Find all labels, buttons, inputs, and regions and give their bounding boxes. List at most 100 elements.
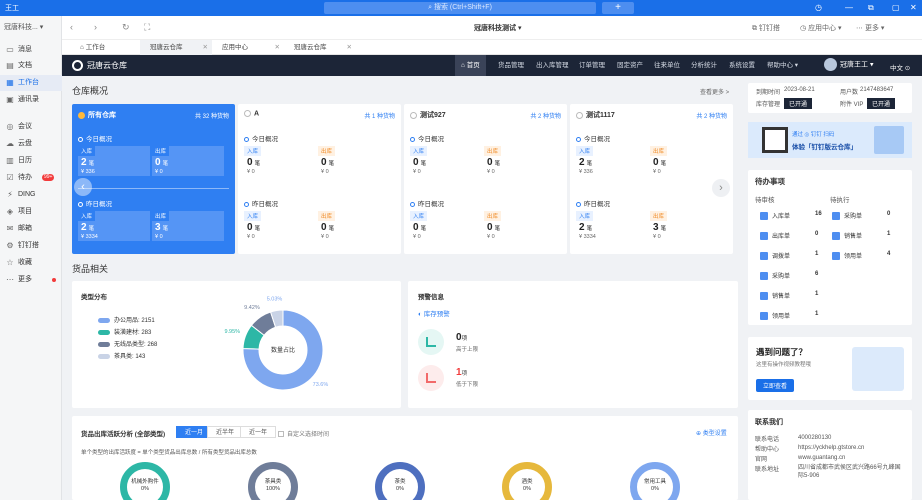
activity-ring[interactable]: 机械外购件 0% [120,462,170,500]
range-1-year-button[interactable]: 近一年 [240,426,277,438]
sidebar-item-workbench[interactable]: ▦ 工作台 [0,75,62,91]
menu-home[interactable]: ⌂ 首页 [455,55,486,76]
activity-ring[interactable]: 酒类 0% [502,462,552,500]
today-label: 今日概况 [410,133,444,143]
vip-enabled-button[interactable]: 已开通 [867,98,896,109]
range-6-months-button[interactable]: 近半年 [207,426,244,438]
tab-app-center[interactable]: 应用中心 ✕ [212,40,284,55]
menu-goods[interactable]: 货品管理 [498,55,524,76]
org-switcher[interactable]: 冠唐科技... ▾ [4,22,43,32]
sidebar-item-messages[interactable]: ▭ 消息 [0,42,62,58]
add-button[interactable]: + [602,2,634,14]
history-icon[interactable]: ◷ [815,3,822,12]
refresh-icon[interactable]: ↻ [122,22,130,33]
in-tag: 入库 [410,146,428,156]
menu-orders[interactable]: 订单管理 [579,55,605,76]
todo-item[interactable]: 销售单 1 [760,291,818,301]
todo-item[interactable]: 调拨单 1 [760,251,818,261]
user-menu[interactable]: 冠唐王工 ▾ [824,58,873,72]
menu-assets[interactable]: 固定资产 [617,55,643,76]
sidebar-item-docs[interactable]: ▤ 文档 [0,58,62,74]
menu-help[interactable]: 帮助中心 ▾ [767,55,798,76]
more-button[interactable]: ⋯ 更多 ▾ [856,23,884,33]
warehouse-card[interactable]: 所有仓库共 32 种货物 今日概况 入库 2 笔 ¥ 336 出库 0 笔 ¥ 0 昨日概况 入库 2 笔… [72,104,235,254]
custom-range-checkbox[interactable]: 自定义选择时间 [278,429,329,438]
menu-inout[interactable]: 出入库管理 [536,55,569,76]
tab-workbench[interactable]: ⌂ 工作台 [70,40,138,55]
todo-item[interactable]: 销售单 1 [832,231,890,241]
radio-icon[interactable] [78,111,85,119]
maximize-icon[interactable]: ⧉ [868,3,874,13]
app-logo[interactable]: 冠唐云仓库 [72,59,152,72]
dingtalk-sidebar: 冠唐科技... ▾ ▭ 消息 ▤ 文档 ▦ 工作台 ▣ 通讯录 ◎ 会议 ☁ 云盘 ▥ 日历 … [0,16,62,500]
sidebar-item-dingpan[interactable]: ⚙ 钉钉搭 [0,238,62,254]
todo-item[interactable]: 采购单 6 [760,271,818,281]
close-tab-icon[interactable]: ✕ [275,40,280,55]
clock-icon [244,136,249,142]
restore-icon[interactable]: ▢ [892,3,900,12]
todo-item[interactable]: 领用单 4 [832,251,890,261]
back-icon[interactable]: ‹ [70,22,73,32]
close-tab-icon[interactable]: ✕ [347,40,352,55]
tab-cloud-warehouse-2[interactable]: 冠唐云仓库 ✕ [284,40,356,55]
sidebar-item-favorites[interactable]: ☆ 收藏 [0,255,62,271]
out-amount: ¥ 0 [653,234,661,240]
sidebar-item-project[interactable]: ◈ 项目 [0,204,62,220]
menu-settings[interactable]: 系统设置 [729,55,755,76]
forward-icon[interactable]: › [94,22,97,32]
close-tab-icon[interactable]: ✕ [203,40,208,55]
ad-line1: 通过 ◎ 钉钉 扫码 [792,132,835,138]
in-tag: 入库 [410,211,428,221]
sidebar-item-mail[interactable]: ✉ 邮箱 [0,221,62,237]
warehouse-card[interactable]: A共 1 种货物 今日概况 入库 0 笔 ¥ 0 出库 0 笔 ¥ 0 昨日概况 入库 0 笔 ¥ 0 出库 0… [238,104,401,254]
workspace-title[interactable]: 冠唐科技测试 ▾ [474,23,521,33]
activity-ring[interactable]: 茶类 0% [375,462,425,500]
goods-count: 共 2 种货物 [530,114,561,120]
radio-icon[interactable] [410,111,417,119]
laptop-illustration-icon [874,126,904,154]
dingpan-button[interactable]: ⧉ 钉钉搭 [752,23,780,33]
radio-icon[interactable] [244,110,251,117]
stock-warning-tab[interactable]: ◐ 库存预警 [418,308,450,318]
todo-item[interactable]: 领用单 1 [760,311,818,321]
warehouse-card[interactable]: 测试1117 共 2 种货物 今日概况 入库 2 笔 ¥ 336 出库 0 笔 ¥ 0 昨日概况 入库 2… [570,104,733,254]
clock-icon [576,136,581,142]
carousel-next-button[interactable]: › [712,179,730,197]
sidebar-item-meeting[interactable]: ◎ 会议 [0,119,62,135]
tab-bar: ⌂ 工作台 冠唐云仓库 ✕ 应用中心 ✕ 冠唐云仓库 ✕ [62,40,922,55]
activity-ring[interactable]: 茶具类 100% [248,462,298,500]
global-search-input[interactable]: ⌕ 搜索 (Ctrl+Shift+F) [324,2,596,14]
sidebar-item-todo[interactable]: ☑ 待办 99+ [0,170,62,186]
activity-ring[interactable]: 常用工具 0% [630,462,680,500]
app-center-button[interactable]: ◷ 应用中心 ▾ [800,23,842,33]
warehouse-card[interactable]: 测试927 共 2 种货物 今日概况 入库 0 笔 ¥ 0 出库 0 笔 ¥ 0 昨日概况 入库 0 笔 ¥ … [404,104,567,254]
sidebar-item-calendar[interactable]: ▥ 日历 [0,153,62,169]
language-switch[interactable]: 中文 ⊙ [890,62,910,72]
sidebar-item-ding[interactable]: ⚡ DING [0,187,62,203]
sidebar-item-drive[interactable]: ☁ 云盘 [0,136,62,152]
menu-analysis[interactable]: 分析统计 [691,55,717,76]
view-now-button[interactable]: 立即查看 [756,379,795,392]
carousel-prev-button[interactable]: ‹ [74,178,92,196]
todo-item[interactable]: 出库单 0 [760,231,818,241]
type-settings-link[interactable]: ⊕ 类型设置 [696,428,727,437]
sidebar-item-more[interactable]: ⋯ 更多 [0,272,62,288]
dingtalk-qr-banner[interactable]: 通过 ◎ 钉钉 扫码 体验「钉钉版云仓库」 [748,122,912,158]
stock-enabled-button[interactable]: 已开通 [784,98,813,109]
sidebar-item-contacts[interactable]: ▣ 通讯录 [0,92,62,108]
menu-partners[interactable]: 往来单位 [654,55,680,76]
document-icon [760,292,768,301]
yesterday-label: 昨日概况 [410,198,444,208]
todo-item[interactable]: 入库单 16 [760,211,822,221]
warehouse-name: 所有仓库 [78,110,116,120]
fullscreen-icon[interactable]: ⛶ [144,22,150,33]
calendar-icon: ▥ [6,156,14,165]
pie-percent-label: 9.42% [244,305,260,311]
minimize-icon[interactable]: — [845,3,853,12]
view-more-link[interactable]: 查看更多 > [700,87,729,96]
close-icon[interactable]: ✕ [910,3,917,12]
todo-item[interactable]: 采购单 0 [832,211,890,221]
radio-icon[interactable] [576,111,583,119]
tab-cloud-warehouse[interactable]: 冠唐云仓库 ✕ [140,40,212,55]
in-count: 0笔 [413,222,427,233]
